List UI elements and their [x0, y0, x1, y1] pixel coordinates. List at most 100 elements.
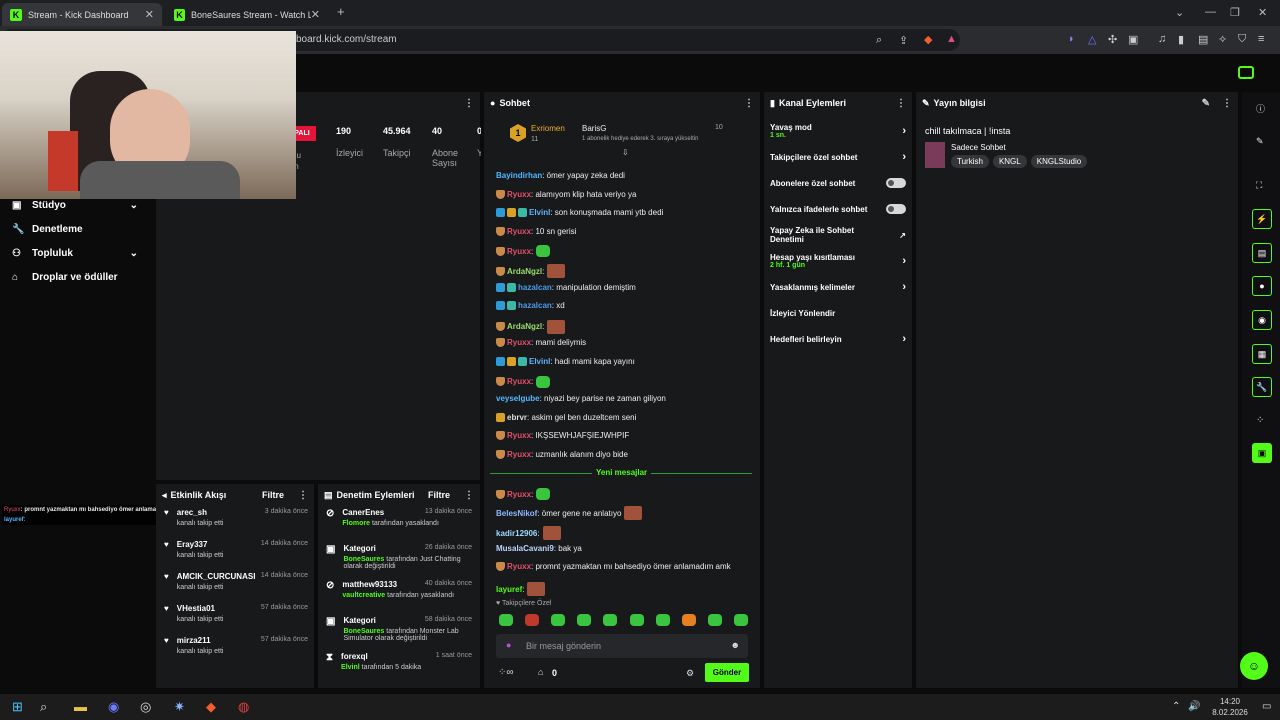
chat-username[interactable]: Ryuxx	[507, 247, 531, 256]
close-icon[interactable]: ✕	[311, 8, 320, 21]
emote-icon[interactable]	[655, 614, 670, 626]
help-chat-button[interactable]: ☺	[1240, 652, 1268, 680]
chat-username[interactable]: veyselgube	[496, 394, 540, 403]
windows-start-icon[interactable]: ⊞	[12, 699, 23, 715]
chat-bubble-icon[interactable]: ●	[1252, 276, 1272, 296]
chat-username[interactable]: Ryuxx	[507, 562, 531, 571]
chat-username[interactable]: ebrvr	[507, 413, 527, 422]
stream-tag[interactable]: Turkish	[951, 155, 989, 168]
collapse-icon[interactable]: ⇩	[622, 148, 629, 157]
steam-icon[interactable]: ◎	[140, 699, 151, 715]
brave-icon[interactable]: ◆	[206, 699, 216, 715]
sidebar-item-moderation[interactable]: 🔧 Denetleme	[0, 217, 152, 241]
chat-username[interactable]: ArdaNgzl	[507, 322, 542, 331]
chat-username[interactable]: Ryuxx	[507, 377, 531, 386]
brave-rewards-icon[interactable]: ▲	[946, 33, 957, 45]
channel-action-item[interactable]: Takipçilere özel sohbet ›	[764, 144, 912, 170]
more-options-icon[interactable]: ⋮	[464, 490, 474, 501]
channel-action-item[interactable]: Hedefleri belirleyin ›	[764, 326, 912, 352]
leo-ai-icon[interactable]: ✧	[1218, 33, 1227, 46]
emoji-icon[interactable]: ☻	[731, 640, 740, 650]
search-icon[interactable]: ⌕	[40, 699, 47, 715]
screenshot-icon[interactable]: ▣	[1128, 33, 1138, 46]
green-screen-icon[interactable]: ▣	[1252, 443, 1272, 463]
chat-username[interactable]: kadir12906	[496, 529, 537, 538]
settings-icon[interactable]: ⚙	[686, 668, 694, 679]
stream-tag[interactable]: KNGLStudio	[1030, 155, 1088, 168]
wallet-icon[interactable]: ▤	[1198, 33, 1208, 46]
wrench-icon[interactable]: 🔧	[1252, 377, 1272, 397]
moderator-name[interactable]: BoneSaures	[343, 556, 384, 563]
mod-action-title[interactable]: CanerEnes	[342, 508, 384, 517]
activity-user[interactable]: Eray337	[177, 540, 208, 549]
channel-action-item[interactable]: Hesap yaşı kısıtlaması 2 hf. 1 gün ›	[764, 248, 912, 274]
brave-shield-icon[interactable]: ◆	[924, 33, 932, 46]
channel-action-item[interactable]: Yalnızca ifadelerle sohbet	[764, 196, 912, 222]
more-options-icon[interactable]: ⋮	[896, 98, 906, 109]
chat-username[interactable]: Ryuxx	[507, 338, 531, 347]
activity-user[interactable]: VHestia01	[177, 604, 215, 613]
chevron-down-icon[interactable]: ⌄	[1175, 6, 1184, 19]
chat-username[interactable]: Elvinl	[529, 208, 550, 217]
app-icon[interactable]: ✷	[174, 699, 185, 715]
window-close-icon[interactable]: ✕	[1258, 6, 1267, 19]
activity-user[interactable]: AMCIK_CURCUNASI	[177, 572, 256, 581]
toggle-switch[interactable]	[886, 178, 906, 188]
chat-username[interactable]: Ryuxx	[507, 450, 531, 459]
share-icon[interactable]: ⇪	[899, 34, 908, 47]
chat-username[interactable]: hazalcan	[518, 301, 552, 310]
store-icon[interactable]: ⌂	[538, 667, 543, 677]
clock[interactable]: 14:20 8.02.2026	[1206, 697, 1254, 717]
chevron-up-icon[interactable]: ⌃	[1172, 701, 1180, 712]
emote-icon[interactable]	[681, 614, 696, 626]
edit-icon[interactable]: ✎	[1202, 98, 1210, 109]
edit-icon[interactable]: ✎	[1256, 136, 1264, 147]
mod-action-title[interactable]: matthew93133	[342, 580, 397, 589]
mod-action-title[interactable]: Kategori	[343, 544, 375, 553]
notification-icon[interactable]: ▭	[1262, 701, 1271, 712]
filter-button[interactable]: Filtre	[428, 490, 450, 500]
more-options-icon[interactable]: ⋮	[298, 490, 308, 501]
sidebar-item-drops[interactable]: ⌂ Droplar ve ödüller	[0, 265, 152, 289]
channel-action-item[interactable]: Yasaklanmış kelimeler ›	[764, 274, 912, 300]
info-icon[interactable]: ⓘ	[1256, 102, 1265, 115]
send-button[interactable]: Gönder	[705, 663, 749, 682]
chat-username[interactable]: Elvinl	[529, 357, 550, 366]
chat-username[interactable]: layuref	[496, 585, 522, 594]
moderator-name[interactable]: BoneSaures	[343, 628, 384, 635]
stream-tag[interactable]: KNGL	[992, 155, 1027, 168]
minimize-icon[interactable]: —	[1205, 6, 1216, 18]
vpn-icon[interactable]: △	[1088, 33, 1096, 46]
activity-user[interactable]: mirza211	[177, 636, 211, 645]
emote-icon[interactable]	[707, 614, 722, 626]
channel-action-item[interactable]: Yapay Zeka ile Sohbet Denetimi ↗	[764, 222, 912, 248]
kick-logo-icon[interactable]	[1238, 66, 1254, 79]
chat-username[interactable]: MusalaCavani9	[496, 544, 554, 553]
broadcast-icon[interactable]: ◉	[1252, 310, 1272, 330]
activity-user[interactable]: arec_sh	[177, 508, 207, 517]
moderator-name[interactable]: vaultcreative	[342, 592, 385, 599]
toggle-switch[interactable]	[886, 204, 906, 214]
puzzle-icon[interactable]: ✣	[1108, 33, 1117, 46]
notes-icon[interactable]: ▤	[1252, 243, 1272, 263]
sidebar-icon[interactable]: ▮	[1178, 33, 1184, 46]
microphone-icon[interactable]: ●	[506, 640, 511, 650]
fullscreen-icon[interactable]: ⛶	[1256, 180, 1262, 191]
mod-action-title[interactable]: forexql	[341, 652, 368, 661]
chat-username[interactable]: BelesNikof	[496, 509, 537, 518]
restore-icon[interactable]: ❐	[1230, 6, 1240, 19]
more-options-icon[interactable]: ⋮	[464, 98, 474, 109]
extension-icon[interactable]: ◗	[1068, 33, 1075, 45]
channel-points-icon[interactable]: ⁘∞	[498, 667, 514, 678]
emote-icon[interactable]	[525, 614, 540, 626]
discord-icon[interactable]: ◉	[108, 699, 119, 715]
emote-icon[interactable]	[577, 614, 592, 626]
moderator-name[interactable]: Elvinl	[341, 664, 360, 671]
menu-icon[interactable]: ≡	[1258, 33, 1264, 45]
chat-username[interactable]: hazalcan	[518, 283, 552, 292]
more-options-icon[interactable]: ⋮	[744, 98, 754, 109]
filter-button[interactable]: Filtre	[262, 490, 284, 500]
emote-icon[interactable]	[551, 614, 566, 626]
music-icon[interactable]: ♫	[1158, 33, 1166, 45]
chat-username[interactable]: Ryuxx	[507, 190, 531, 199]
